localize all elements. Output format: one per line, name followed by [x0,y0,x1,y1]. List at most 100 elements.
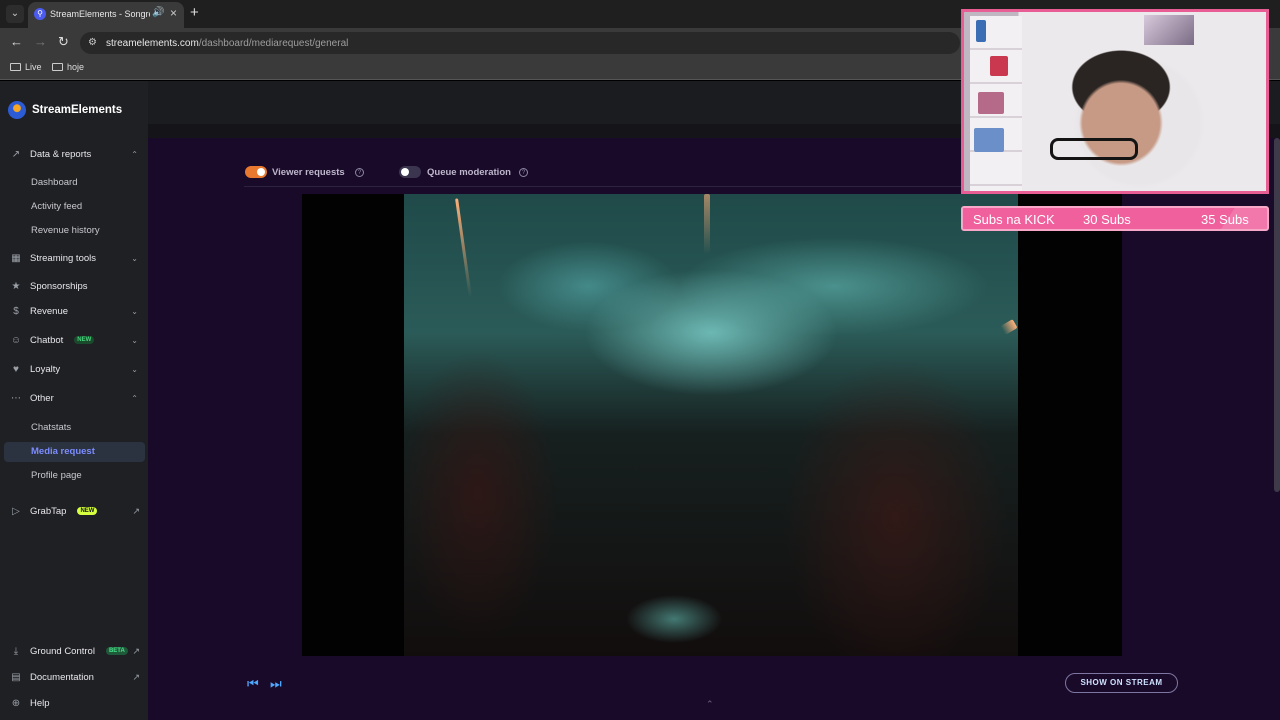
help-circle-icon: ⊕ [11,697,21,709]
brand-name: StreamElements [32,104,123,116]
next-track-icon[interactable]: ⏭ [270,676,282,692]
toggle-knob [257,168,265,176]
viewer-requests-toggle[interactable] [245,166,267,178]
grabtap-icon: ▷ [12,505,20,517]
scrollbar[interactable] [1274,138,1280,492]
sidebar-item-grabtap[interactable]: ▷ GrabTap NEW ↗ [10,502,140,520]
more-dots-icon: ⋯ [11,392,21,404]
light-streak [704,194,710,254]
chevron-down-icon: ⌄ [131,306,138,316]
tab-close-icon[interactable]: × [170,6,177,20]
sidebar-item-label: Ground Control [30,645,95,657]
previous-track-icon[interactable]: ⏮ [247,676,259,692]
back-arrow-icon[interactable]: ← [10,34,23,49]
new-badge: NEW [77,507,98,515]
sidebar-item-chatbot[interactable]: ☺ Chatbot NEW ⌄ [10,331,138,349]
glasses [1050,138,1138,160]
sidebar-item-label: Streaming tools [30,252,97,264]
sidebar-item-activity-feed[interactable]: Activity feed [31,201,82,212]
chevron-down-icon: ⌄ [131,364,138,374]
bookmark-live[interactable]: Live [10,62,42,72]
queue-moderation-label: Queue moderation [427,167,511,178]
sidebar-item-label: Help [30,697,50,709]
bookmark-label: Live [25,62,42,72]
sidebar-item-profile-page[interactable]: Profile page [31,470,82,481]
sidebar-item-label: Sponsorships [30,280,88,292]
star-icon: ★ [11,280,21,292]
shelf-item [978,92,1004,114]
folder-icon [52,63,63,71]
sidebar-item-media-request[interactable]: Media request [4,442,145,462]
shelf-item [990,56,1008,76]
sidebar-item-sponsorships[interactable]: ★ Sponsorships [10,277,88,295]
sidebar-item-help[interactable]: ⊕ Help [10,694,50,712]
wall-poster [1144,15,1194,45]
chart-trend-icon: ↗ [11,148,21,160]
info-icon[interactable]: ? [519,168,528,177]
hand-heart-icon: ♥ [13,363,19,375]
subs-goal-bar: Subs na KICK 30 Subs 35 Subs [961,206,1269,231]
sidebar-item-documentation[interactable]: ▤ Documentation ↗ [10,668,140,686]
webcam-overlay [961,9,1269,194]
subs-goal: 35 Subs [1201,212,1249,227]
beta-badge: BETA [105,647,128,655]
sidebar-item-label: Revenue [30,305,69,317]
sidebar: StreamElements ↗ Data & reports ⌃ Dashbo… [0,81,148,720]
tab-title: StreamElements - Songrequest [50,9,150,19]
sidebar-item-label: GrabTap [30,505,67,517]
sidebar-item-streaming-tools[interactable]: ▦ Streaming tools ⌄ [10,249,138,267]
light-streak [1000,319,1018,335]
address-bar[interactable]: ⚙ streamelements.com/dashboard/mediarequ… [80,32,960,54]
sidebar-item-chatstats[interactable]: Chatstats [31,422,71,433]
info-icon[interactable]: ? [355,168,364,177]
chevron-up-icon: ⌃ [131,393,138,403]
sidebar-item-ground-control[interactable]: ⤓ Ground Control BETA ↗ [10,642,140,660]
new-tab-button[interactable]: + [190,4,199,21]
sidebar-item-data-reports[interactable]: ↗ Data & reports ⌃ [10,145,138,163]
shelf-item [974,128,1004,152]
chevron-up-icon[interactable]: ⌃ [706,699,714,710]
external-link-icon: ↗ [132,671,140,682]
streamelements-logo-icon [8,101,26,119]
light-streak [455,198,472,298]
forward-arrow-icon[interactable]: → [34,34,47,49]
bot-icon: ☺ [10,334,22,346]
sidebar-item-revenue-history[interactable]: Revenue history [31,225,100,236]
external-link-icon: ↗ [132,505,140,516]
sidebar-item-label: Data & reports [30,148,92,160]
streamelements-favicon-icon: ⚲ [34,8,46,20]
url-path: /dashboard/mediarequest/general [198,38,349,49]
sidebar-item-label: Other [30,392,54,404]
tab-search-chevron-icon[interactable]: ⌄ [6,5,24,23]
sidebar-item-loyalty[interactable]: ♥ Loyalty ⌄ [10,360,138,378]
sidebar-item-label: Documentation [30,671,94,683]
subs-current: 30 Subs [1083,212,1131,227]
sidebar-item-label: Chatbot [30,334,64,346]
dollar-icon: $ [13,305,19,317]
bookmark-label: hoje [67,62,85,72]
site-settings-icon[interactable]: ⚙ [88,37,97,48]
show-on-stream-button[interactable]: SHOW ON STREAM [1065,673,1178,693]
sidebar-item-other[interactable]: ⋯ Other ⌃ [10,389,138,407]
toggle-knob [401,168,409,176]
sidebar-item-label: Loyalty [30,363,61,375]
subs-goal-label: Subs na KICK [973,212,1055,227]
document-icon: ▤ [11,671,21,683]
bookshelf [970,16,1022,191]
layout-icon: ▦ [11,252,21,264]
url-text: streamelements.com/dashboard/mediareques… [106,38,348,49]
video-frame[interactable] [404,194,1018,656]
bookmark-hoje[interactable]: hoje [52,62,84,72]
sidebar-item-dashboard[interactable]: Dashboard [31,177,77,188]
sidebar-item-revenue[interactable]: $ Revenue ⌄ [10,302,138,320]
brand-logo-link[interactable]: StreamElements [8,101,122,119]
chevron-up-icon: ⌃ [131,149,138,159]
shelf-item [976,20,986,42]
reload-icon[interactable]: ↻ [58,34,69,50]
viewer-requests-label: Viewer requests [272,167,345,178]
chevron-down-icon: ⌄ [131,253,138,263]
browser-tab[interactable]: ⚲ StreamElements - Songrequest 🔊 × [28,2,184,28]
queue-moderation-toggle[interactable] [399,166,421,178]
audio-playing-icon[interactable]: 🔊 [152,7,164,18]
folder-icon [10,63,21,71]
